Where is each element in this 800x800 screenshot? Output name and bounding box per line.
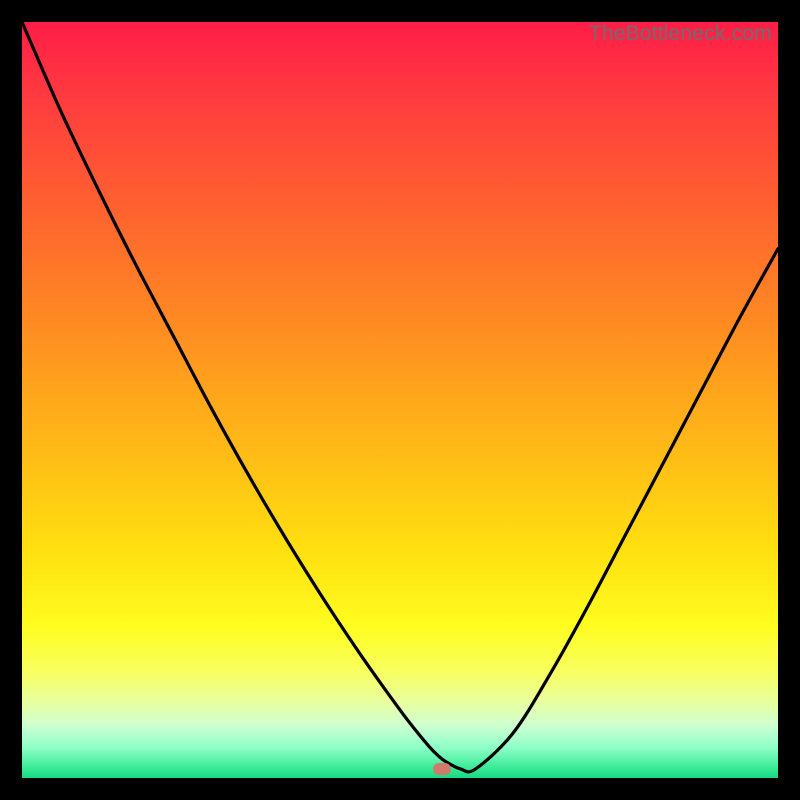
plot-area: TheBottleneck.com xyxy=(22,22,778,778)
optimal-point-marker xyxy=(433,763,451,775)
bottleneck-curve xyxy=(22,22,778,778)
chart-frame: TheBottleneck.com xyxy=(0,0,800,800)
